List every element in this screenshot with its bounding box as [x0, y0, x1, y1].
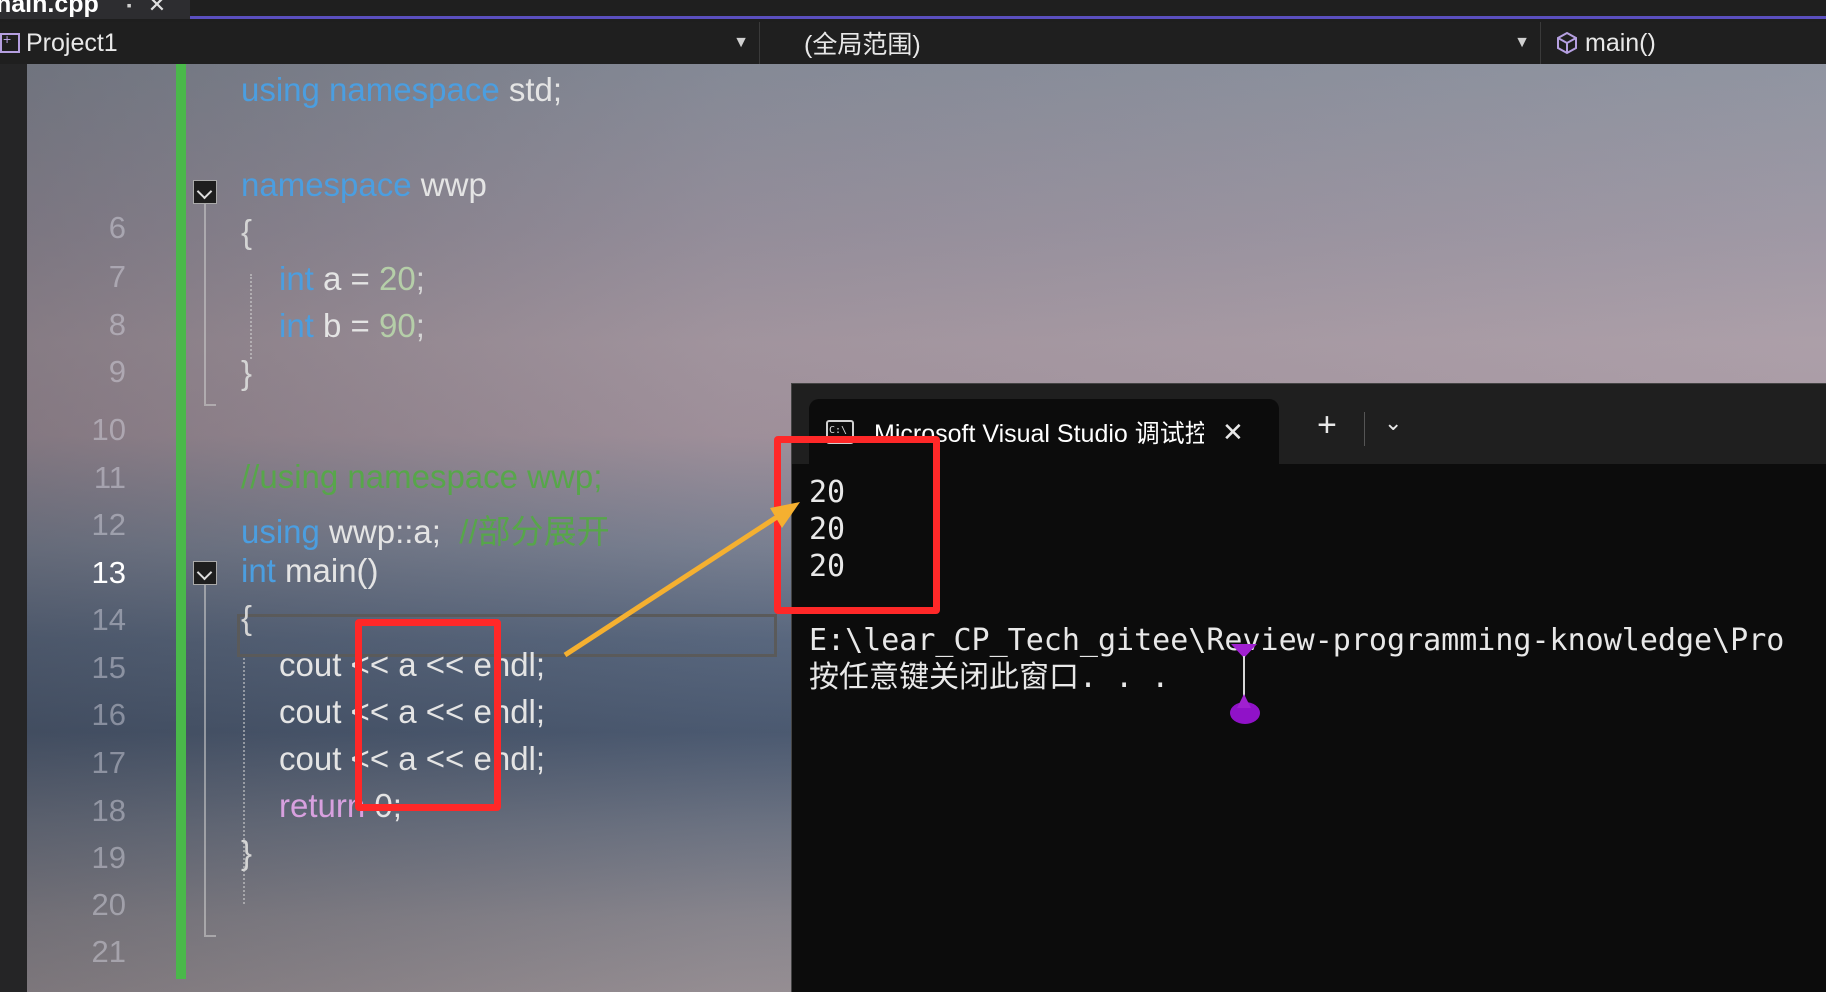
- line-number-current: 13: [91, 555, 126, 590]
- fold-guide-end: [204, 935, 216, 937]
- line-number: 18: [91, 793, 126, 828]
- project-dropdown[interactable]: Project1 ▼: [0, 22, 760, 64]
- fold-toggle[interactable]: [193, 561, 217, 585]
- cube-icon: [1557, 31, 1577, 55]
- line-number: 14: [91, 602, 126, 637]
- line-number: 16: [91, 697, 126, 732]
- code-line: }: [241, 354, 253, 391]
- fold-guide: [204, 585, 206, 935]
- scope-dropdown[interactable]: (全局范围) ▼: [771, 22, 1541, 64]
- function-name: main(): [1585, 28, 1656, 57]
- tab-title: nain.cpp: [0, 0, 99, 18]
- code-line: using namespace std;: [241, 71, 563, 108]
- separator: [1364, 412, 1365, 446]
- chevron-down-icon[interactable]: ⌄: [1384, 410, 1402, 436]
- line-number: 19: [91, 840, 126, 875]
- change-tracking-bar: [176, 64, 186, 979]
- code-line: int main(): [241, 552, 379, 589]
- line-number: 15: [91, 650, 126, 685]
- text-cursor-icon: [1230, 702, 1260, 724]
- code-line: namespace wwp: [241, 166, 487, 203]
- line-number: 10: [91, 412, 126, 447]
- document-tab[interactable]: nain.cpp ▪ ✕: [0, 0, 190, 19]
- fold-guide: [204, 204, 206, 404]
- line-number: 17: [91, 745, 126, 780]
- line-number: 11: [93, 460, 126, 495]
- new-tab-icon[interactable]: +: [1317, 406, 1337, 445]
- line-number: 9: [108, 354, 126, 389]
- highlight-box-code: [355, 619, 501, 811]
- close-icon[interactable]: ✕: [1222, 417, 1244, 448]
- highlight-box-output: [774, 436, 940, 614]
- debug-console-window[interactable]: Microsoft Visual Studio 调试控制台 ✕ + ⌄ 2020…: [791, 383, 1826, 992]
- project-name: Project1: [26, 28, 118, 57]
- navigation-bar: Project1 ▼ (全局范围) ▼ main(): [0, 22, 1826, 64]
- fold-toggle[interactable]: [193, 180, 217, 204]
- terminal-title-bar: Microsoft Visual Studio 调试控制台 ✕ + ⌄: [792, 384, 1826, 465]
- fold-guide-end: [204, 404, 216, 406]
- code-line: using wwp::a; //部分展开: [241, 513, 610, 550]
- editor-margin: [0, 64, 27, 992]
- indent-guide: [250, 274, 252, 359]
- line-number: 20: [91, 887, 126, 922]
- code-line: int a = 20;: [279, 260, 425, 297]
- code-line: {: [241, 599, 253, 636]
- code-line: }: [241, 834, 253, 871]
- line-number: 21: [91, 934, 126, 969]
- console-output: 20 20 20 E:\lear_CP_Tech_gitee\Review-progr…: [809, 474, 1784, 696]
- scope-name: (全局范围): [804, 31, 921, 59]
- pin-icon[interactable]: ▪: [127, 0, 132, 13]
- line-number: 7: [108, 259, 126, 294]
- chevron-down-icon[interactable]: ▼: [1514, 34, 1530, 52]
- output-line: E:\lear_CP_Tech_gitee\Review-programming…: [809, 623, 1785, 658]
- project-icon: [0, 31, 20, 53]
- line-number: 8: [108, 307, 126, 342]
- output-line: 20: [809, 475, 846, 510]
- chevron-down-icon[interactable]: ▼: [733, 34, 749, 52]
- code-line: int b = 90;: [279, 307, 425, 344]
- line-number: 6: [108, 210, 126, 245]
- output-line: 按任意键关闭此窗口. . .: [809, 660, 1170, 695]
- close-icon[interactable]: ✕: [148, 0, 166, 15]
- function-dropdown[interactable]: main(): [1555, 22, 1826, 64]
- text-cursor-icon: [1243, 656, 1245, 700]
- line-number: 12: [91, 507, 126, 542]
- output-line: 20: [809, 512, 846, 547]
- code-line: //using namespace wwp;: [241, 458, 603, 495]
- output-line: 20: [809, 549, 846, 584]
- code-line: {: [241, 213, 253, 250]
- document-tab-strip: nain.cpp ▪ ✕: [0, 0, 1826, 19]
